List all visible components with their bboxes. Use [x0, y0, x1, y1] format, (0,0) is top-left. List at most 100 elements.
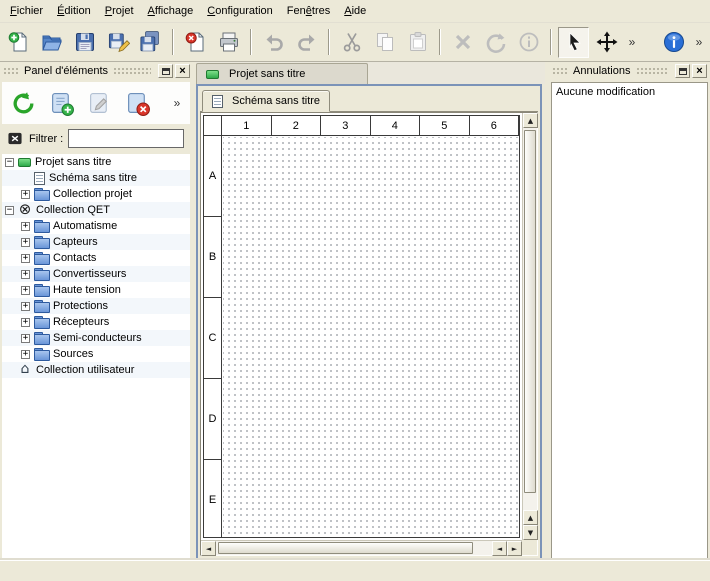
scroll-left-button[interactable]	[201, 541, 216, 556]
tree-expander[interactable]: +	[21, 350, 30, 359]
filter-input[interactable]	[68, 129, 184, 148]
move-arrows-icon	[595, 30, 619, 54]
tree-expander[interactable]: +	[21, 318, 30, 327]
schema-icon	[34, 172, 45, 185]
save-button[interactable]	[69, 27, 100, 58]
tree-expander[interactable]: +	[21, 238, 30, 247]
cut-button[interactable]	[336, 27, 367, 58]
dock-grip	[3, 67, 19, 75]
float-icon	[162, 68, 170, 75]
menu-fichier[interactable]: Fichier	[3, 2, 50, 20]
tree-expander[interactable]: −	[5, 206, 14, 215]
clear-filter-button[interactable]	[6, 130, 24, 147]
dock-float-button[interactable]	[158, 64, 173, 78]
tree-expander[interactable]: +	[21, 270, 30, 279]
menu-edition[interactable]: Édition	[50, 2, 98, 20]
menu-configuration[interactable]: Configuration	[200, 2, 280, 20]
undo-button[interactable]	[258, 27, 289, 58]
scroll-up-button[interactable]	[523, 113, 538, 128]
dock-close-button[interactable]	[175, 64, 190, 78]
ruler-corner	[204, 116, 222, 136]
elements-panel-toolbar: »	[2, 82, 190, 124]
new-element-button[interactable]	[45, 86, 77, 120]
tree-item-recepteurs[interactable]: +Récepteurs	[2, 314, 190, 330]
tree-expander[interactable]: +	[21, 286, 30, 295]
elements-toolbar-overflow-button[interactable]: »	[169, 89, 185, 117]
tree-item-automatisme[interactable]: +Automatisme	[2, 218, 190, 234]
elements-panel-titlebar[interactable]: Panel d'éléments	[0, 62, 193, 80]
tree-item-contacts[interactable]: +Contacts	[2, 250, 190, 266]
undo-list-item[interactable]: Aucune modification	[552, 83, 707, 101]
tree-expander[interactable]: +	[21, 334, 30, 343]
undo-history-list[interactable]: Aucune modification	[551, 82, 708, 560]
delete-button[interactable]	[447, 27, 478, 58]
undo-panel-titlebar[interactable]: Annulations	[549, 62, 710, 80]
save-as-button[interactable]	[102, 27, 133, 58]
horizontal-scrollbar[interactable]	[201, 540, 522, 555]
copy-button[interactable]	[369, 27, 400, 58]
ruler-column-label: 1	[222, 116, 272, 135]
elements-panel-title: Panel d'éléments	[24, 65, 108, 77]
element-info-button[interactable]	[513, 27, 544, 58]
menu-aide[interactable]: Aide	[337, 2, 373, 20]
horizontal-scroll-thumb[interactable]	[218, 542, 473, 554]
toolbar-overflow-button[interactable]: »	[624, 28, 640, 56]
print-button[interactable]	[213, 27, 244, 58]
about-qet-button[interactable]	[658, 27, 689, 58]
tree-item-label: Projet sans titre	[35, 156, 111, 168]
vertical-scroll-thumb[interactable]	[524, 130, 536, 493]
tree-item-haute-tension[interactable]: +Haute tension	[2, 282, 190, 298]
ruler-rows: A B C D E	[204, 136, 222, 537]
new-document-button[interactable]	[3, 27, 34, 58]
tree-item-convertisseurs[interactable]: +Convertisseurs	[2, 266, 190, 282]
ruler-row-label: D	[204, 379, 221, 460]
menu-affichage[interactable]: Affichage	[141, 2, 201, 20]
tree-item-label: Capteurs	[53, 236, 98, 248]
schema-sheet[interactable]: 1 2 3 4 5 6 A B C D E	[203, 115, 520, 538]
edit-element-button[interactable]	[83, 86, 115, 120]
schema-canvas[interactable]	[223, 137, 519, 537]
tree-item-protections[interactable]: +Protections	[2, 298, 190, 314]
menu-projet[interactable]: Projet	[98, 2, 141, 20]
save-all-button[interactable]	[135, 27, 166, 58]
open-folder-icon	[40, 30, 64, 54]
scroll-up-button[interactable]	[523, 510, 538, 525]
tree-expander[interactable]: −	[5, 158, 14, 167]
tree-item-capteurs[interactable]: + Capteurs	[2, 234, 190, 250]
reload-collections-button[interactable]	[7, 86, 39, 120]
scroll-down-button[interactable]	[523, 525, 538, 540]
tree-expander[interactable]: +	[21, 222, 30, 231]
vertical-scrollbar[interactable]	[522, 113, 537, 540]
select-tool-button[interactable]	[558, 27, 589, 58]
dock-float-button[interactable]	[675, 64, 690, 78]
tree-item-semi-conducteurs[interactable]: +Semi-conducteurs	[2, 330, 190, 346]
tree-item-collection-qet[interactable]: −Collection QET	[2, 202, 190, 218]
tree-item-schema-sans-titre[interactable]: Schéma sans titre	[2, 170, 190, 186]
tree-expander[interactable]: +	[21, 190, 30, 199]
tree-item-collection-utilisateur[interactable]: Collection utilisateur	[2, 362, 190, 378]
open-project-button[interactable]	[36, 27, 67, 58]
scrollbar-corner	[522, 540, 537, 555]
folder-icon	[34, 284, 49, 296]
schema-tab[interactable]: Schéma sans titre	[202, 90, 330, 112]
tree-expander[interactable]: +	[21, 302, 30, 311]
close-file-button[interactable]	[180, 27, 211, 58]
scroll-left-button[interactable]	[492, 541, 507, 556]
info-gray-icon	[517, 30, 541, 54]
delete-element-button[interactable]	[121, 86, 153, 120]
project-tab[interactable]: Projet sans titre	[196, 63, 368, 84]
scroll-right-button[interactable]	[507, 541, 522, 556]
menu-bar: FichierÉditionProjetAffichageConfigurati…	[0, 0, 710, 23]
paste-button[interactable]	[402, 27, 433, 58]
tree-item-sources[interactable]: +Sources	[2, 346, 190, 362]
redo-button[interactable]	[291, 27, 322, 58]
move-tool-button[interactable]	[591, 27, 622, 58]
tree-item-projet-sans-titre[interactable]: − Projet sans titre	[2, 154, 190, 170]
dock-close-button[interactable]	[692, 64, 707, 78]
dock-grip	[636, 67, 669, 75]
redo-icon	[295, 30, 319, 54]
tree-expander[interactable]: +	[21, 254, 30, 263]
help-toolbar-overflow-button[interactable]: »	[691, 28, 707, 56]
rotate-button[interactable]	[480, 27, 511, 58]
menu-fenetres[interactable]: Fenêtres	[280, 2, 337, 20]
